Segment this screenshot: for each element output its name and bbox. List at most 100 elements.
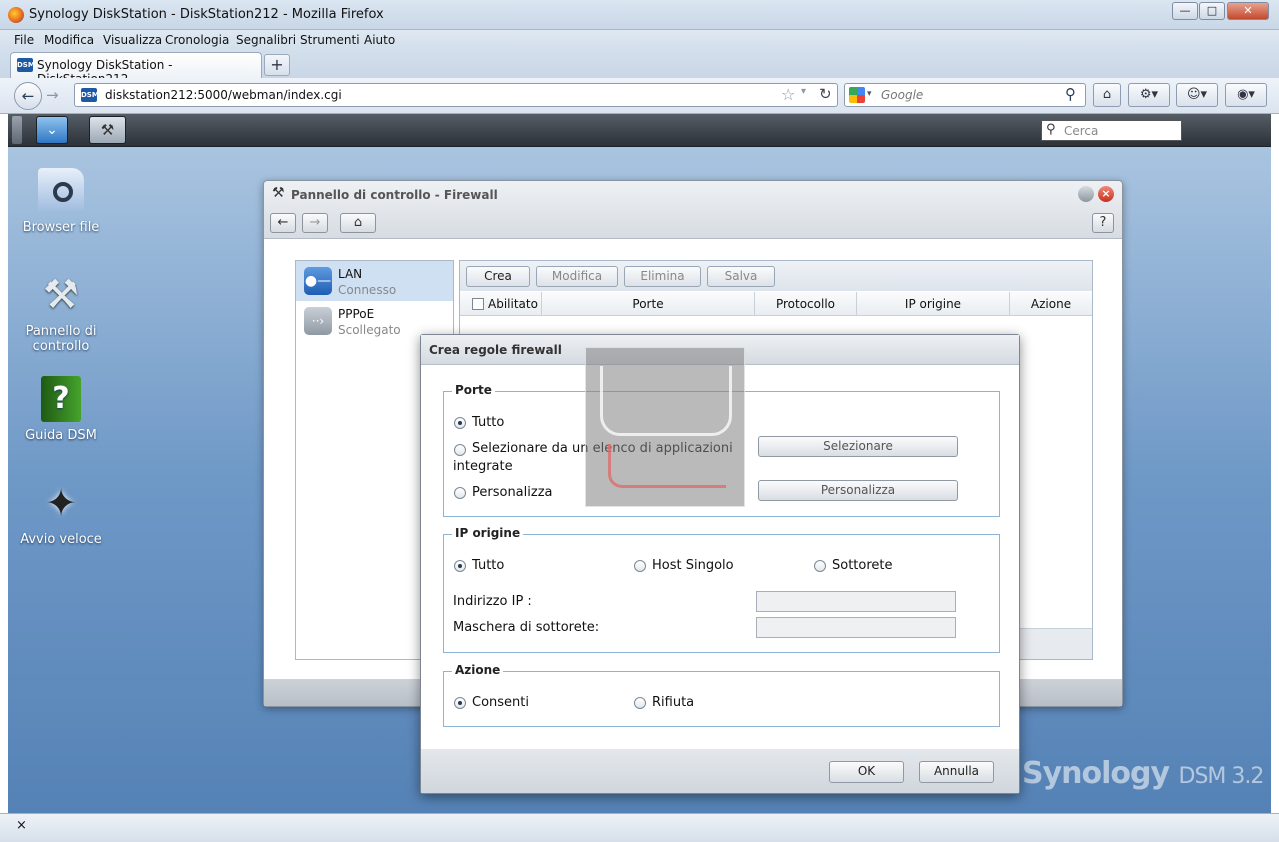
browser-status-bar: × (0, 813, 1279, 842)
column-divider (1009, 292, 1010, 316)
edit-button[interactable]: Modifica (536, 266, 618, 287)
google-logo-icon[interactable] (849, 87, 865, 103)
brand-name: Synology (1022, 756, 1170, 791)
dropdown-arrow-icon[interactable]: ▾ (801, 86, 806, 97)
interface-name: LAN (338, 267, 363, 281)
cp-help-icon[interactable]: ? (1092, 213, 1114, 233)
maximize-button[interactable]: □ (1199, 2, 1225, 20)
column-action[interactable]: Azione (1010, 297, 1092, 311)
desktop-icon-label: Avvio veloce (20, 532, 102, 547)
folder-magnifier-icon (38, 168, 84, 214)
ports-custom-label: Personalizza (472, 485, 553, 500)
search-magnifier-icon[interactable]: ⚲ (1065, 85, 1076, 103)
url-bar[interactable]: DSM diskstation212:5000/webman/index.cgi… (74, 83, 838, 107)
help-book-icon: ? (41, 376, 81, 422)
menu-aiuto[interactable]: Aiuto (364, 33, 395, 47)
create-button[interactable]: Crea (466, 266, 530, 287)
menu-modifica[interactable]: Modifica (44, 33, 94, 47)
bookmark-star-icon[interactable]: ☆ (781, 85, 795, 104)
desktop-icon-control-panel[interactable]: ⚒ Pannello di controllo (11, 272, 111, 354)
dsm-search-icon: ⚲ (1046, 122, 1056, 137)
control-panel-title: Pannello di controllo - Firewall (291, 188, 498, 202)
delete-button[interactable]: Elimina (624, 266, 701, 287)
subnet-mask-input[interactable] (756, 617, 956, 638)
dsm-favicon-icon: DSM (17, 58, 35, 72)
minimize-window-icon[interactable] (1078, 186, 1094, 202)
ok-button[interactable]: OK (829, 761, 904, 783)
cp-home-icon[interactable]: ⌂ (340, 213, 376, 233)
desktop-icon-file-browser[interactable]: Browser file (11, 168, 111, 235)
subnet-mask-label: Maschera di sottorete: (453, 620, 600, 635)
source-subnet-radio[interactable] (814, 560, 826, 572)
window-title: Synology DiskStation - DiskStation212 - … (29, 7, 384, 22)
menu-cronologia[interactable]: Cronologia (165, 33, 229, 47)
source-subnet-label: Sottorete (832, 558, 893, 573)
search-placeholder: Google (881, 88, 924, 102)
hwlegend-watermark-logo (585, 347, 745, 507)
select-apps-button[interactable]: Selezionare (758, 436, 958, 457)
addon-toolbar-icon[interactable]: ⚙▾ (1128, 83, 1170, 107)
action-deny-radio[interactable] (634, 697, 646, 709)
taskbar-handle[interactable] (12, 116, 22, 144)
desktop-icon-quick-start[interactable]: ✦ Avvio veloce (11, 480, 111, 547)
save-button[interactable]: Salva (707, 266, 775, 287)
control-panel-task-icon[interactable]: ⚒ (89, 116, 126, 144)
dsm-search-input[interactable]: ⚲ Cerca (1041, 120, 1182, 141)
action-fieldset: Azione Consenti Rifiuta (443, 663, 1000, 727)
ports-select-radio[interactable] (454, 444, 466, 456)
ports-all-radio[interactable] (454, 417, 466, 429)
menu-segnalibri[interactable]: Segnalibri (236, 33, 296, 47)
column-source-ip[interactable]: IP origine (857, 297, 1009, 311)
menu-file[interactable]: File (14, 33, 34, 47)
ip-address-label: Indirizzo IP : (453, 594, 532, 609)
firefox-logo-icon (8, 7, 24, 23)
menu-strumenti[interactable]: Strumenti (300, 33, 360, 47)
column-enabled[interactable]: Abilitato (488, 297, 538, 311)
ports-select-label-line2: integrate (453, 459, 513, 474)
source-all-label: Tutto (472, 558, 505, 573)
interface-item-lan[interactable]: ●—● LAN Connesso (296, 261, 453, 317)
desktop-icon-dsm-help[interactable]: ? Guida DSM (11, 376, 111, 443)
source-single-host-radio[interactable] (634, 560, 646, 572)
minimize-button[interactable]: — (1172, 2, 1198, 20)
search-bar[interactable]: ▾ Google ⚲ (844, 83, 1086, 107)
ports-custom-radio[interactable] (454, 487, 466, 499)
dsm-search-placeholder: Cerca (1064, 124, 1099, 138)
grid-toolbar: Crea Modifica Elimina Salva (460, 261, 1092, 291)
column-ports[interactable]: Porte (542, 297, 754, 311)
interface-status: Scollegato (338, 323, 401, 337)
forward-arrow-icon[interactable]: → (46, 86, 59, 104)
addon-face-icon[interactable]: ☺▾ (1176, 83, 1218, 107)
search-engine-dropdown-icon[interactable]: ▾ (867, 89, 872, 99)
main-menu-chevron-icon[interactable]: ⌄ (36, 116, 68, 144)
customize-ports-button[interactable]: Personalizza (758, 480, 958, 501)
cancel-button[interactable]: Annulla (919, 761, 994, 783)
close-window-icon[interactable]: × (1098, 186, 1114, 202)
ip-address-input[interactable] (756, 591, 956, 612)
action-allow-radio[interactable] (454, 697, 466, 709)
cp-back-arrow-icon[interactable]: ← (270, 213, 296, 233)
close-window-button[interactable]: ✕ (1227, 2, 1269, 20)
column-protocol[interactable]: Protocollo (755, 297, 856, 311)
select-all-checkbox[interactable] (472, 298, 484, 310)
back-arrow-icon[interactable]: ← (14, 82, 42, 110)
browser-tab[interactable]: DSM Synology DiskStation - DiskStation21… (10, 52, 262, 86)
cp-forward-arrow-icon[interactable]: → (302, 213, 328, 233)
column-divider (541, 292, 542, 316)
ports-all-label: Tutto (472, 415, 505, 430)
pppoe-disconnected-icon: ··› (304, 307, 332, 335)
home-icon[interactable]: ⌂ (1093, 83, 1121, 107)
watermark-mark (608, 444, 726, 488)
screenshot-camera-icon[interactable]: ◉▾ (1225, 83, 1267, 107)
wrench-screwdriver-icon: ⚒ (43, 272, 79, 318)
menu-visualizza[interactable]: Visualizza (103, 33, 162, 47)
magic-wand-icon: ✦ (45, 481, 77, 525)
column-divider (856, 292, 857, 316)
browser-title-bar: Synology DiskStation - DiskStation212 - … (0, 0, 1279, 30)
source-all-radio[interactable] (454, 560, 466, 572)
new-tab-plus-icon[interactable]: + (264, 54, 290, 76)
reload-icon[interactable]: ↻ (819, 85, 832, 103)
dialog-footer: OK Annulla (421, 749, 1019, 793)
action-deny-label: Rifiuta (652, 695, 695, 710)
close-addon-bar-icon[interactable]: × (16, 818, 27, 833)
